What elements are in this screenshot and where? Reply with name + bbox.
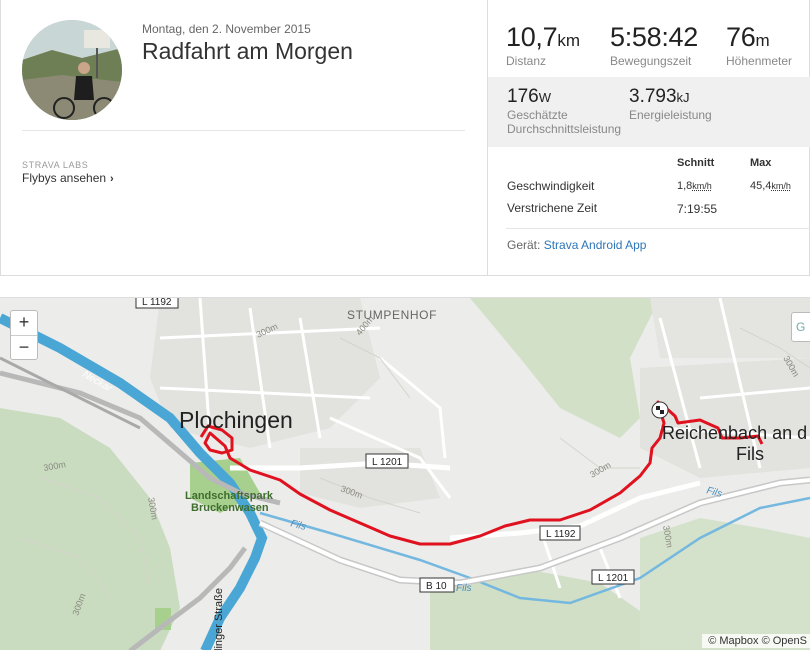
- map-layer-button[interactable]: G: [791, 312, 810, 342]
- device-label: Gerät:: [507, 238, 541, 252]
- stats-panel: 10,7km Distanz 5:58:42 Bewegungszeit 76m…: [487, 0, 810, 275]
- column-header-avg: Schnitt: [677, 157, 715, 169]
- device-info: Gerät: Strava Android App: [507, 238, 646, 252]
- zoom-in-button[interactable]: +: [11, 311, 37, 335]
- place-label-landschaftspark-line2: Bruckenwasen: [191, 502, 269, 514]
- stat-energy: 3.793kJ Energieleistung: [629, 86, 712, 122]
- zoom-out-button[interactable]: −: [11, 335, 37, 359]
- speed-avg: 1,8km/h: [677, 180, 712, 192]
- stat-distance: 10,7km Distanz: [506, 22, 580, 68]
- flybys-link[interactable]: Flybys ansehen ›: [22, 171, 114, 185]
- road-label-l1192-top: L 1192: [142, 298, 172, 308]
- urban-area: [650, 298, 810, 358]
- power-label-line2: Durchschnittsleistung: [507, 122, 622, 136]
- contour-label: 300m: [588, 460, 612, 480]
- column-header-max: Max: [750, 157, 772, 169]
- l1201-road: [230, 460, 451, 471]
- strava-labs-heading: STRAVA LABS: [22, 160, 89, 170]
- elevation-value: 76: [726, 22, 756, 52]
- road-label-l1192-mid: L 1192: [546, 529, 576, 540]
- distance-value: 10,7: [506, 22, 558, 52]
- athlete-avatar[interactable]: [22, 20, 122, 120]
- chevron-right-icon: ›: [110, 173, 114, 185]
- road-label-l1201-a: L 1201: [372, 457, 403, 468]
- zoom-control: + −: [10, 310, 38, 360]
- stat-moving-time: 5:58:42 Bewegungszeit: [610, 22, 698, 68]
- forest-area: [0, 408, 180, 650]
- speed-avg-value: 1,8: [677, 180, 693, 192]
- elapsed-time-value: 7:19:55: [677, 202, 718, 216]
- stat-elevation: 76m Höhenmeter: [726, 22, 792, 68]
- elapsed-time-label: Verstrichene Zeit: [507, 201, 598, 215]
- speed-max: 45,4km/h: [750, 180, 791, 192]
- speed-avg-unit: km/h: [692, 181, 712, 191]
- power-label-line1: Geschätzte: [507, 108, 568, 122]
- place-label-plochingen: Plochingen: [179, 407, 293, 433]
- energy-unit: kJ: [676, 90, 690, 105]
- distance-unit: km: [557, 31, 581, 50]
- power-value: 176: [507, 86, 539, 107]
- device-link[interactable]: Strava Android App: [544, 238, 647, 252]
- water-label-fils-1: Fils: [289, 518, 307, 533]
- place-label-stumpenhof: STUMPENHOF: [347, 308, 437, 322]
- urban-area: [640, 358, 810, 478]
- activity-date: Montag, den 2. November 2015: [142, 22, 311, 36]
- energy-label: Energieleistung: [629, 108, 712, 122]
- activity-summary: Montag, den 2. November 2015 Radfahrt am…: [1, 0, 487, 275]
- activity-title: Radfahrt am Morgen: [142, 38, 353, 64]
- elevation-label: Höhenmeter: [726, 54, 793, 68]
- layer-icon: G: [796, 320, 806, 334]
- place-label-landschaftspark-line1: Landschaftspark: [185, 490, 274, 502]
- distance-label: Distanz: [506, 54, 547, 68]
- divider: [22, 130, 465, 131]
- speed-max-unit: km/h: [771, 181, 791, 191]
- divider: [506, 228, 810, 229]
- map-canvas[interactable]: L 1192 L 1201 L 1192 B 10 L 1201 linger …: [0, 298, 810, 650]
- elevation-unit: m: [755, 31, 770, 50]
- activity-header-card: Montag, den 2. November 2015 Radfahrt am…: [0, 0, 810, 276]
- place-label-reichenbach-line1: Reichenbach an d: [662, 423, 807, 443]
- speed-label: Geschwindigkeit: [507, 179, 595, 193]
- map-attribution[interactable]: © Mapbox © OpenS: [702, 634, 810, 648]
- road-label-l1201-b: L 1201: [598, 573, 629, 584]
- energy-value: 3.793: [629, 86, 677, 107]
- flybys-label: Flybys ansehen: [22, 171, 107, 185]
- moving-time-label: Bewegungszeit: [610, 54, 692, 68]
- road-label-strasse: linger Straße: [213, 588, 225, 650]
- moving-time-value: 5:58:42: [610, 22, 698, 52]
- road-label-b10: B 10: [426, 581, 447, 592]
- speed-max-value: 45,4: [750, 180, 772, 192]
- stat-power: 176W Geschätzte Durchschnittsleistung: [507, 86, 621, 136]
- power-unit: W: [538, 90, 551, 105]
- water-label-fils-2: Fils: [456, 583, 472, 594]
- route-map[interactable]: L 1192 L 1201 L 1192 B 10 L 1201 linger …: [0, 297, 810, 650]
- place-label-reichenbach-line2: Fils: [736, 444, 764, 464]
- finish-flag-icon: [651, 401, 669, 419]
